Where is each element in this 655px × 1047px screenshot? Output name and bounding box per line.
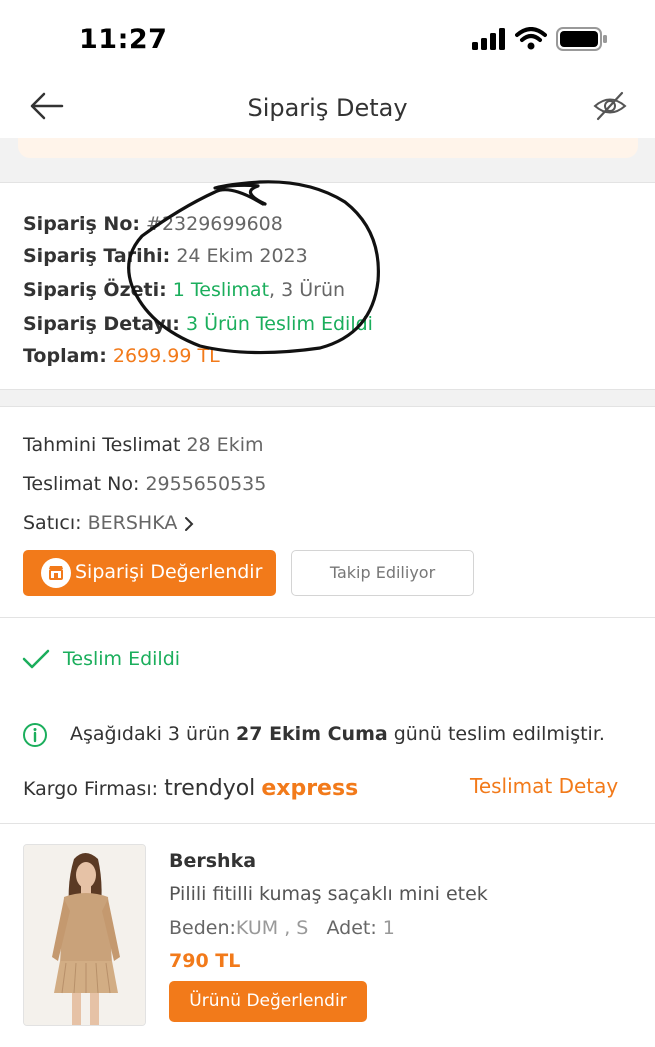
order-summary-items: , 3 Ürün: [269, 279, 346, 301]
order-summary-card: Sipariş No: #2329699608 Sipariş Tarihi: …: [0, 182, 655, 390]
checkmark-icon: [22, 649, 50, 669]
estimated-delivery-label: Tahmini Teslimat: [23, 434, 181, 456]
order-total-value: 2699.99 TL: [112, 345, 220, 367]
order-number-row: Sipariş No: #2329699608: [23, 213, 283, 235]
wifi-icon: [515, 27, 547, 50]
notice-banner: [18, 138, 638, 158]
following-button[interactable]: Takip Ediliyor: [291, 550, 474, 596]
rate-order-label: Siparişi Değerlendir: [75, 561, 263, 583]
cellular-signal-icon: [472, 28, 505, 50]
clock: 11:27: [79, 24, 168, 55]
order-total-row: Toplam: 2699.99 TL: [23, 345, 220, 367]
delivery-detail-link[interactable]: Teslimat Detay: [470, 774, 618, 798]
order-summary-row: Sipariş Özeti: 1 Teslimat, 3 Ürün: [23, 279, 345, 301]
product-photo-illustration: [24, 845, 145, 1025]
battery-icon: [556, 27, 607, 51]
delivery-status-card: Teslim Edildi Aşağıdaki 3 ürün 27 Ekim C…: [0, 618, 655, 823]
product-image[interactable]: [23, 844, 146, 1026]
product-meta: Beden:KUM , S Adet: 1: [169, 917, 395, 939]
info-prefix: Aşağıdaki 3 ürün: [70, 723, 237, 745]
product-name[interactable]: Pilili fitilli kumaş saçaklı mini etek: [169, 883, 488, 905]
delivery-info-message: Aşağıdaki 3 ürün 27 Ekim Cuma günü tesli…: [70, 723, 605, 745]
estimated-delivery-value: 28 Ekim: [186, 434, 264, 456]
delivery-number-value: 2955650535: [145, 473, 267, 495]
seller-label: Satıcı:: [23, 512, 82, 534]
cargo-brand-express: express: [261, 776, 359, 801]
rate-order-button[interactable]: Siparişi Değerlendir: [23, 550, 276, 596]
quantity-value: 1: [382, 917, 395, 939]
shipment-info-card: Tahmini Teslimat 28 Ekim Teslimat No: 29…: [0, 406, 655, 618]
hide-eye-icon[interactable]: [592, 90, 628, 122]
quantity-label: Adet:: [326, 917, 377, 939]
seller-value[interactable]: BERSHKA: [88, 512, 178, 534]
order-date-label: Sipariş Tarihi:: [23, 245, 171, 267]
delivery-number-row: Teslimat No: 2955650535: [23, 473, 266, 495]
page-title: Sipariş Detay: [247, 94, 408, 122]
product-brand: Bershka: [169, 850, 257, 872]
size-value: KUM , S: [235, 917, 309, 939]
product-price: 790 TL: [169, 950, 241, 972]
cargo-brand-trendyol: trendyol: [164, 776, 256, 801]
chevron-right-icon[interactable]: [183, 516, 195, 532]
order-summary-deliveries[interactable]: 1 Teslimat: [173, 279, 269, 301]
delivery-date-highlight: 27 Ekim Cuma: [236, 723, 388, 745]
rate-product-button[interactable]: Ürünü Değerlendir: [169, 981, 367, 1022]
cargo-company-row: Kargo Firması: trendyol express: [23, 776, 358, 801]
store-icon: [41, 558, 71, 588]
order-number-value: #2329699608: [146, 213, 283, 235]
order-summary-label: Sipariş Özeti:: [23, 279, 167, 301]
estimated-delivery-row: Tahmini Teslimat 28 Ekim: [23, 434, 263, 456]
delivered-status-label: Teslim Edildi: [63, 648, 181, 670]
product-card: Bershka Pilili fitilli kumaş saçaklı min…: [0, 823, 655, 1047]
cargo-company-label: Kargo Firması:: [23, 778, 159, 800]
status-bar: 11:27: [0, 0, 655, 80]
order-number-label: Sipariş No:: [23, 213, 140, 235]
order-detail-label: Sipariş Detayı:: [23, 313, 180, 335]
order-date-value: 24 Ekim 2023: [176, 245, 308, 267]
order-detail-value: 3 Ürün Teslim Edildi: [185, 313, 373, 335]
size-label: Beden:: [169, 917, 236, 939]
order-date-row: Sipariş Tarihi: 24 Ekim 2023: [23, 245, 308, 267]
info-icon: [23, 723, 47, 747]
info-suffix: günü teslim edilmiştir.: [387, 723, 605, 745]
order-detail-row: Sipariş Detayı: 3 Ürün Teslim Edildi: [23, 313, 373, 335]
delivery-number-label: Teslimat No:: [23, 473, 140, 495]
seller-row[interactable]: Satıcı: BERSHKA: [23, 512, 195, 534]
top-navigation-bar: Sipariş Detay: [0, 80, 655, 138]
order-total-label: Toplam:: [23, 345, 107, 367]
